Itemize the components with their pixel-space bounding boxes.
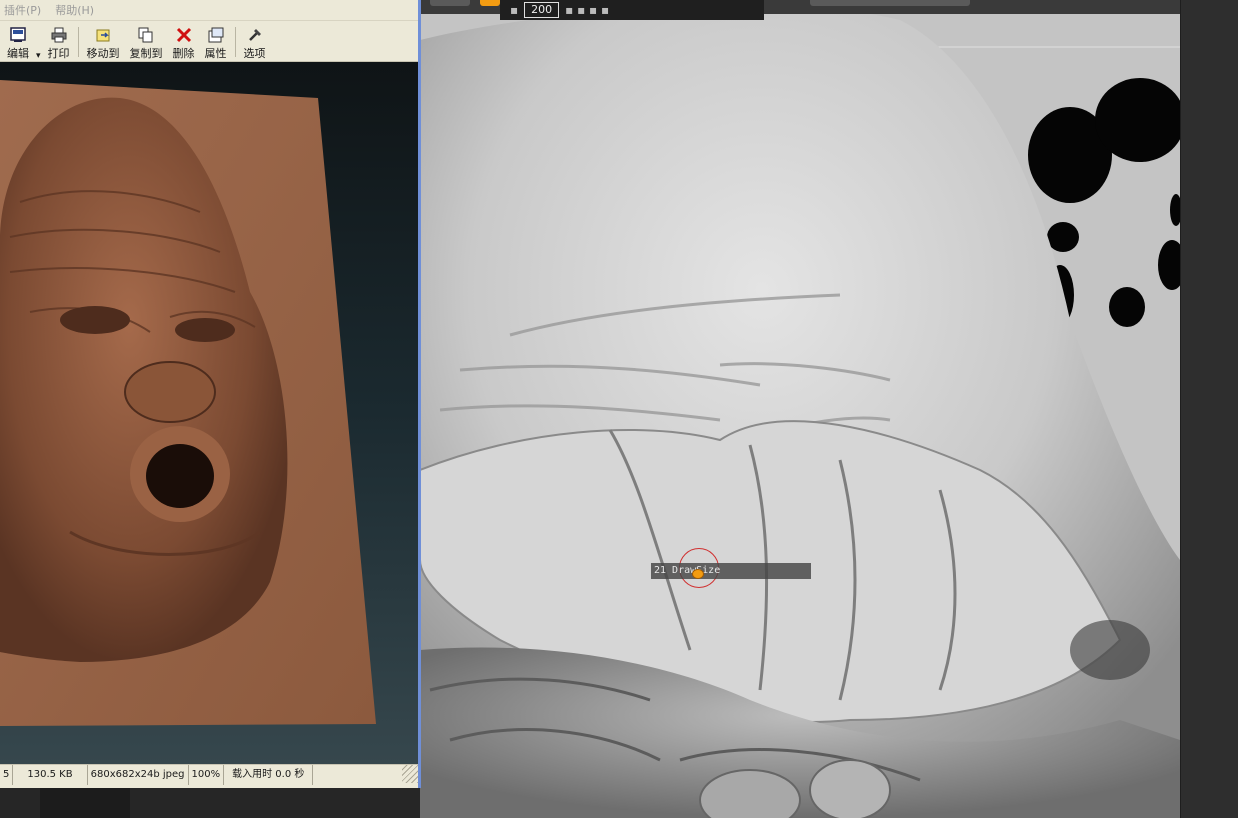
bottom-strip-cell (40, 788, 130, 818)
hotkey-tooltip: ▪ 200 ▪ ▪ ▪ ▪ (500, 0, 764, 20)
move-to-icon (94, 27, 112, 43)
tooltip-prefix: ▪ (510, 3, 519, 17)
status-zoom: 100% (189, 765, 225, 785)
image-display-area[interactable] (0, 62, 418, 764)
bottom-strip (0, 788, 420, 818)
options-button[interactable]: 选项 (239, 23, 271, 61)
status-index: 5 (0, 765, 14, 785)
print-icon (50, 27, 68, 43)
properties-icon (207, 27, 225, 43)
toolbar-separator (234, 27, 236, 57)
delete-button[interactable]: 删除 (168, 23, 200, 61)
viewer-toolbar: 编辑 ▾ 打印 移动到 复制到 删除 属性 选项 (0, 21, 418, 62)
edit-button[interactable]: 编辑 (2, 23, 34, 61)
tooltip-suffix: ▪ ▪ ▪ ▪ (565, 3, 610, 17)
strip-slider[interactable] (430, 0, 470, 6)
delete-icon (175, 27, 193, 43)
copy-to-label: 复制到 (129, 47, 163, 60)
menu-plugins[interactable]: 插件(P) (4, 2, 41, 18)
right-dock-panel (1180, 0, 1238, 818)
copy-to-icon (137, 27, 155, 43)
properties-button[interactable]: 属性 (200, 23, 232, 61)
edit-label: 编辑 (7, 47, 29, 60)
resize-grip-icon[interactable] (402, 765, 418, 783)
brush-center-dot (692, 569, 704, 579)
image-viewer-window: 插件(P) 帮助(H) 编辑 ▾ 打印 移动到 复制到 删除 属性 选项 5 1… (0, 0, 421, 788)
viewer-menubar: 插件(P) 帮助(H) (0, 0, 418, 21)
properties-label: 属性 (204, 47, 227, 60)
brush-size-label: 21 DrawSize (651, 563, 811, 579)
strip-indicator (480, 0, 500, 6)
viewer-statusbar: 5 130.5 KB 680x682x24b jpeg 100% 载入用时 0.… (0, 764, 418, 785)
zbrush-viewport[interactable] (420, 0, 1180, 818)
edit-dropdown-button[interactable]: ▾ (34, 23, 43, 61)
move-to-button[interactable]: 移动到 (82, 23, 125, 61)
strip-slider[interactable] (810, 0, 970, 6)
copy-to-button[interactable]: 复制到 (125, 23, 168, 61)
status-dimensions: 680x682x24b jpeg (88, 765, 189, 785)
gorilla-relief-image (0, 80, 376, 726)
tooltip-key: 200 (524, 2, 560, 18)
status-filesize: 130.5 KB (13, 765, 88, 785)
dropdown-arrow-icon: ▾ (36, 51, 41, 61)
print-label: 打印 (47, 47, 70, 60)
options-icon (246, 27, 264, 43)
status-load-time: 载入用时 0.0 秒 (224, 765, 314, 785)
toolbar-separator (77, 27, 79, 57)
options-label: 选项 (243, 47, 266, 60)
print-button[interactable]: 打印 (43, 23, 75, 61)
delete-label: 删除 (172, 47, 195, 60)
menu-help[interactable]: 帮助(H) (55, 2, 94, 18)
sculpt-model (420, 0, 1180, 818)
move-to-label: 移动到 (86, 47, 120, 60)
edit-icon (9, 27, 27, 43)
